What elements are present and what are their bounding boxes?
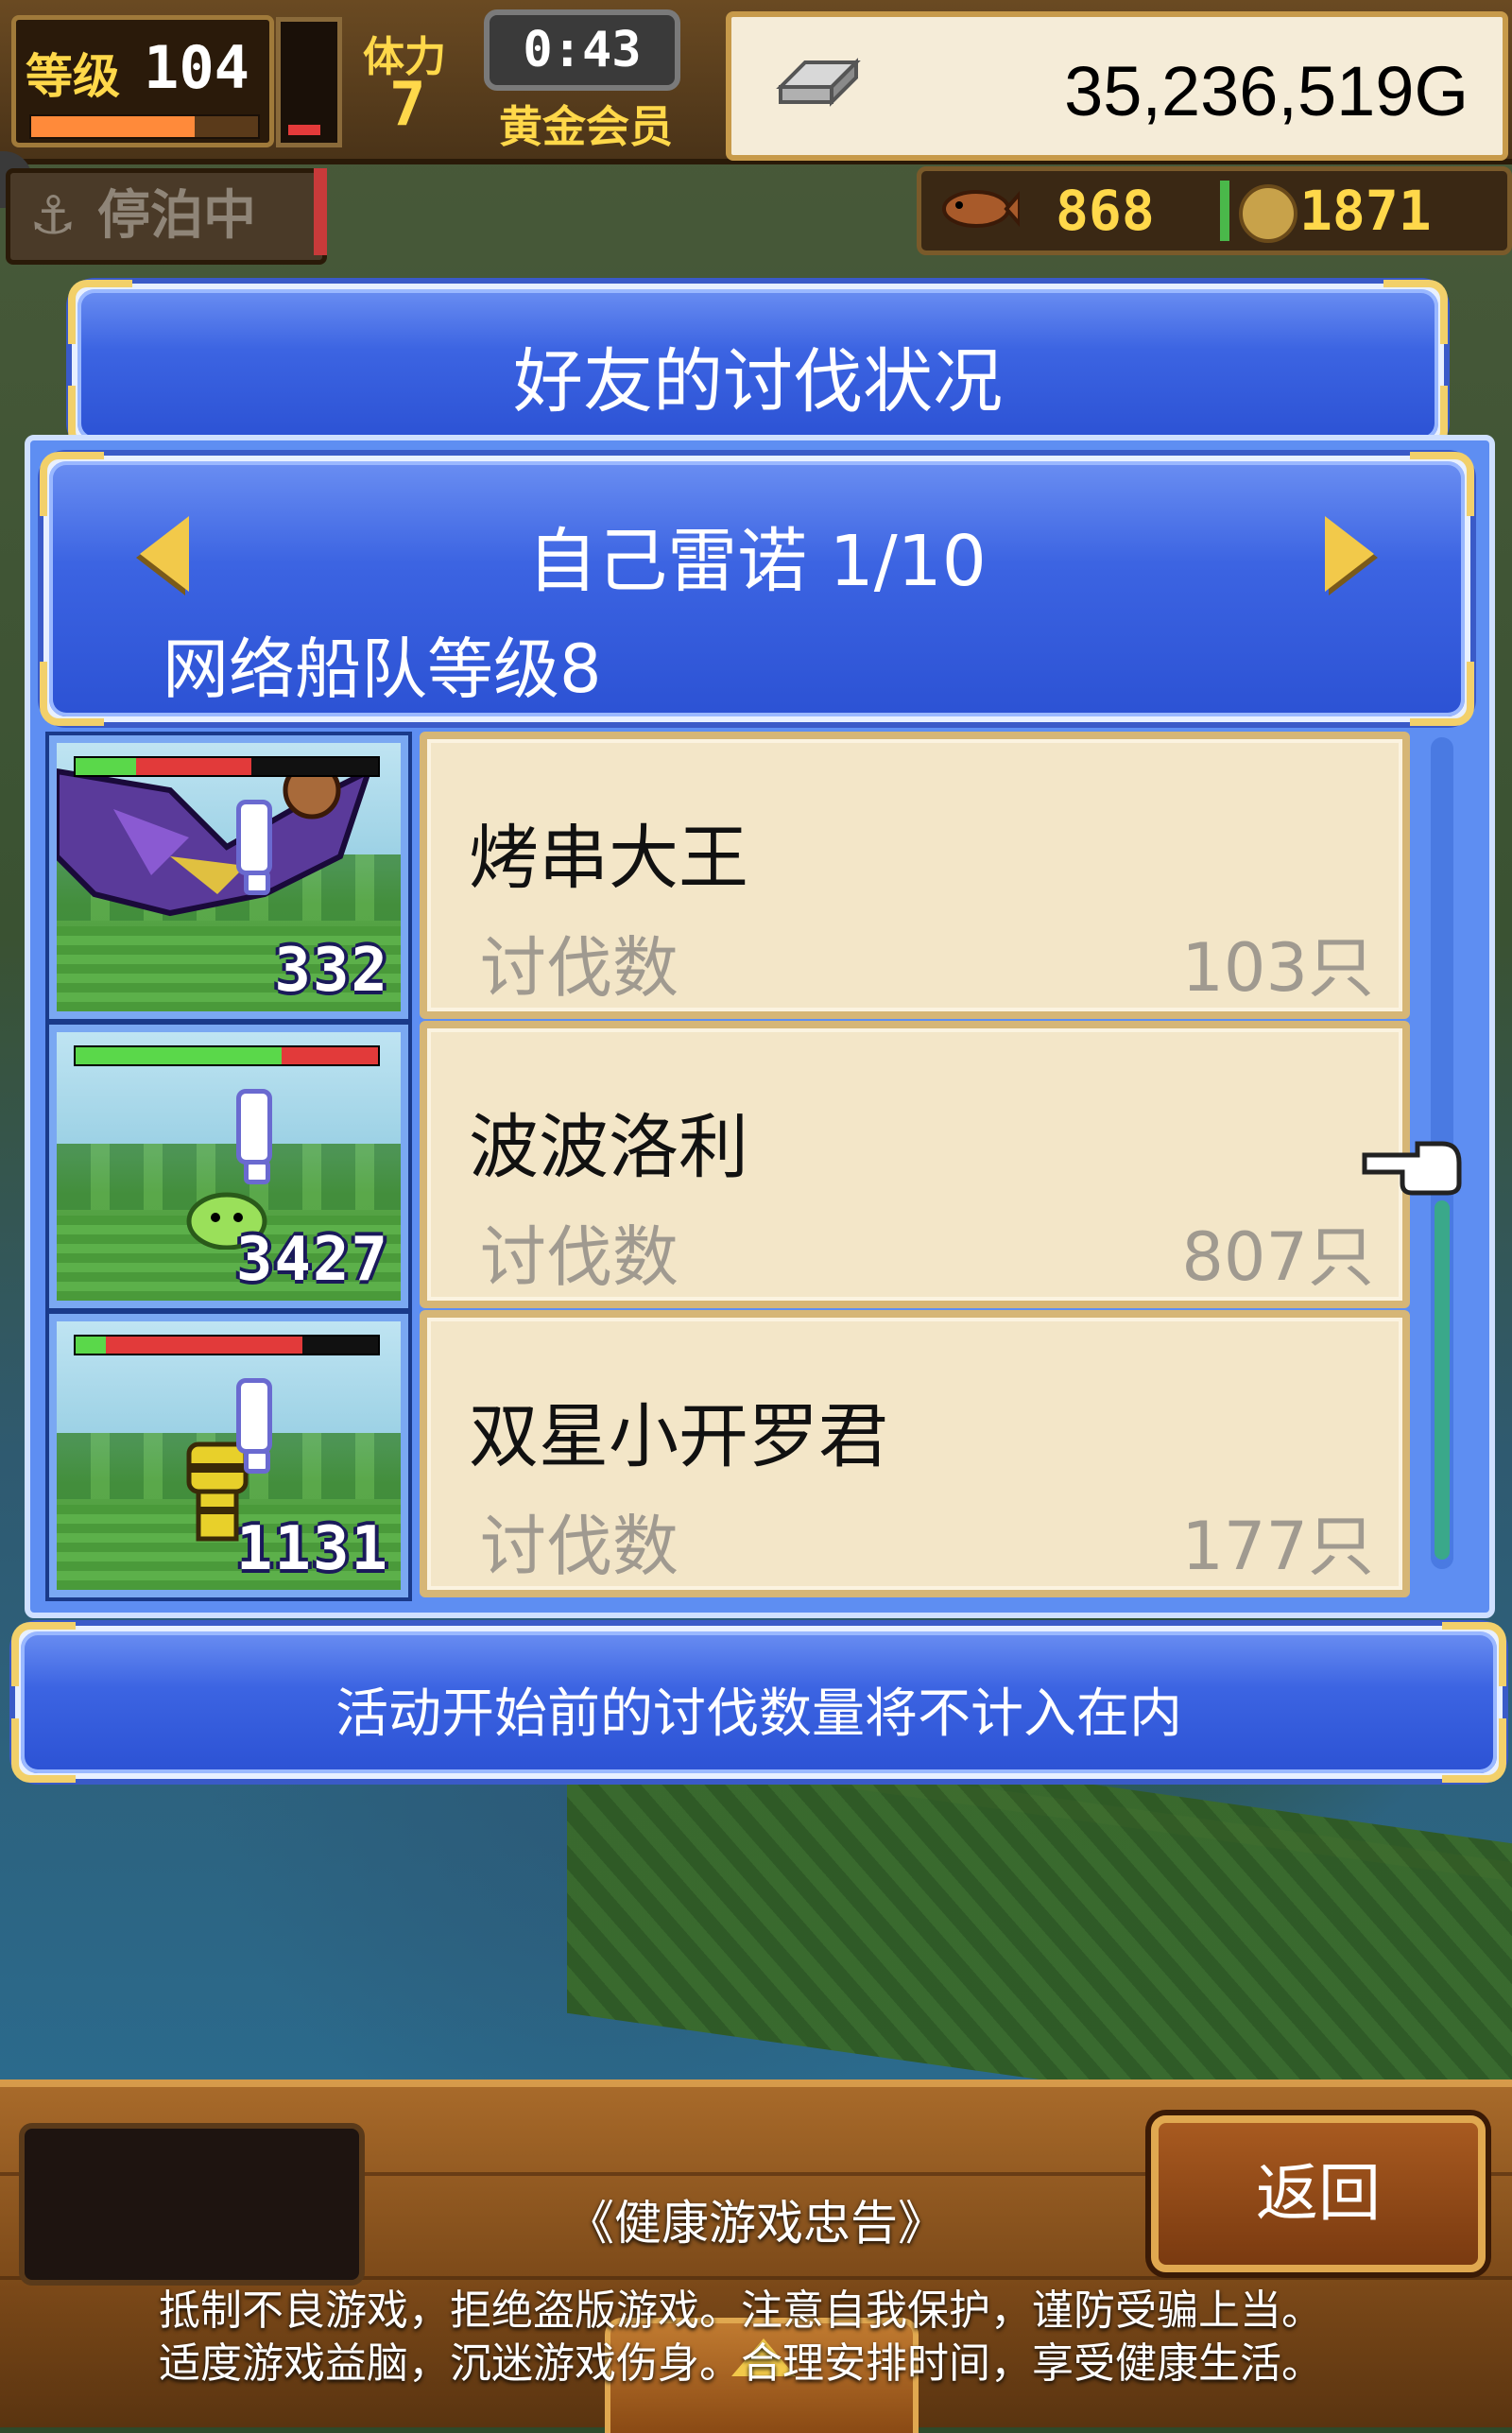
resource-box[interactable]: 868 1871: [917, 166, 1512, 255]
notice-text: 活动开始前的讨伐数量将不计入在内: [335, 1683, 1182, 1745]
corner-ornament: [1410, 662, 1474, 726]
health-advice-line-2: 适度游戏益脑，沉迷游戏伤身。合理安排时间，享受健康生活。: [159, 2339, 1323, 2388]
stamina-box[interactable]: 体力 7: [350, 13, 491, 140]
friend-card[interactable]: 波波洛利 讨伐数 807只: [420, 1021, 1410, 1308]
level-progress-bar: [29, 114, 260, 139]
stamina-value: 7: [389, 70, 426, 140]
money-value: 35,236,519G: [1064, 52, 1469, 130]
kill-count-label: 讨伐数: [480, 1508, 679, 1585]
bottom-bar: 返回 《健康游戏忠告》 抵制不良游戏，拒绝盗版游戏。注意自我保护，谨防受骗上当。…: [0, 2079, 1512, 2433]
pointing-hand-icon: [1362, 1141, 1462, 1196]
level-progress-fill: [31, 116, 195, 137]
list-item[interactable]: 1131 双星小开罗君 讨伐数 177只: [43, 1308, 1410, 1597]
bat-monster-icon: [57, 761, 374, 917]
monster-thumbnail: 332: [49, 735, 408, 1019]
fish-icon: [942, 190, 1020, 228]
list-item[interactable]: 3427 波波洛利 讨伐数 807只: [43, 1019, 1410, 1308]
fleet-level: 网络船队等级8: [163, 630, 602, 708]
monster-kill-count: 3427: [235, 1225, 389, 1295]
hp-bar-red: [281, 1047, 378, 1064]
hp-bar-red: [106, 1337, 302, 1354]
alert-icon: [236, 800, 272, 895]
friend-header-panel: 自己雷诺 1/10 网络船队等级8: [40, 452, 1474, 726]
health-advice-line-1: 抵制不良游戏，拒绝盗版游戏。注意自我保护，谨防受骗上当。: [159, 2286, 1323, 2335]
kill-count-value: 807只: [1181, 1218, 1374, 1296]
friend-name: 波波洛利: [469, 1107, 748, 1188]
dock-status: ⚓ 停泊中: [6, 168, 327, 265]
friend-name: 双星小开罗君: [469, 1396, 888, 1477]
level-label: 等级: [26, 49, 120, 104]
resource-divider: [1220, 181, 1229, 241]
stamina-gauge-fill: [288, 125, 320, 135]
monster-kill-count: 1131: [235, 1514, 389, 1584]
dock-status-indicator: [314, 168, 327, 255]
scrollbar-thumb[interactable]: [1435, 1200, 1450, 1560]
alert-icon: [236, 1089, 272, 1184]
kill-count-value: 103只: [1181, 929, 1374, 1007]
notice-panel: 活动开始前的讨伐数量将不计入在内: [11, 1622, 1506, 1783]
friend-card[interactable]: 烤串大王 讨伐数 103只: [420, 732, 1410, 1019]
dialog-title: 好友的讨伐状况: [513, 341, 1003, 423]
top-status-bar: 等级 104 体力 7 0:43 黄金会员 35,236,519G: [0, 0, 1512, 164]
next-page-arrow-icon[interactable]: [1325, 516, 1374, 592]
money-box[interactable]: 35,236,519G: [726, 11, 1508, 161]
stamina-gauge: [276, 17, 342, 147]
coin-icon: [1239, 184, 1297, 243]
dialog-title-panel: 好友的讨伐状况: [68, 280, 1448, 450]
dock-status-label: 停泊中: [97, 185, 256, 247]
stamina-timer: 0:43: [484, 9, 680, 91]
friend-page-name: 自己雷诺 1/10: [527, 521, 987, 602]
kill-count-value: 177只: [1181, 1508, 1374, 1585]
resource-1-value: 868: [1056, 179, 1155, 243]
monster-thumbnail: 3427: [49, 1025, 408, 1308]
gold-bar-icon: [776, 58, 861, 107]
friend-card[interactable]: 双星小开罗君 讨伐数 177只: [420, 1310, 1410, 1597]
anchor-icon: ⚓: [29, 185, 77, 247]
kill-count-label: 讨伐数: [480, 929, 679, 1007]
hp-bar-green: [76, 1047, 282, 1064]
hp-bar-green: [76, 758, 136, 775]
hp-bar-green: [76, 1337, 106, 1354]
kill-count-label: 讨伐数: [480, 1218, 679, 1296]
membership-badge[interactable]: 黄金会员: [499, 93, 673, 155]
level-value: 104: [144, 33, 249, 102]
health-advice-title: 《健康游戏忠告》: [567, 2196, 945, 2251]
level-box[interactable]: 等级 104: [11, 15, 274, 147]
corner-ornament: [40, 662, 104, 726]
monster-hp-bar: [74, 1045, 380, 1066]
alert-icon: [236, 1378, 272, 1474]
resource-2-value: 1871: [1299, 179, 1432, 243]
list-item[interactable]: 332 烤串大王 讨伐数 103只: [43, 730, 1410, 1019]
monster-thumbnail: 1131: [49, 1314, 408, 1597]
monster-kill-count: 332: [274, 936, 389, 1006]
hp-bar-red: [136, 758, 251, 775]
kill-list[interactable]: 332 烤串大王 讨伐数 103只 3427 波波洛利 讨伐数 807只 113…: [43, 730, 1410, 1599]
friend-name: 烤串大王: [469, 818, 748, 899]
monster-hp-bar: [74, 756, 380, 777]
monster-hp-bar: [74, 1335, 380, 1355]
